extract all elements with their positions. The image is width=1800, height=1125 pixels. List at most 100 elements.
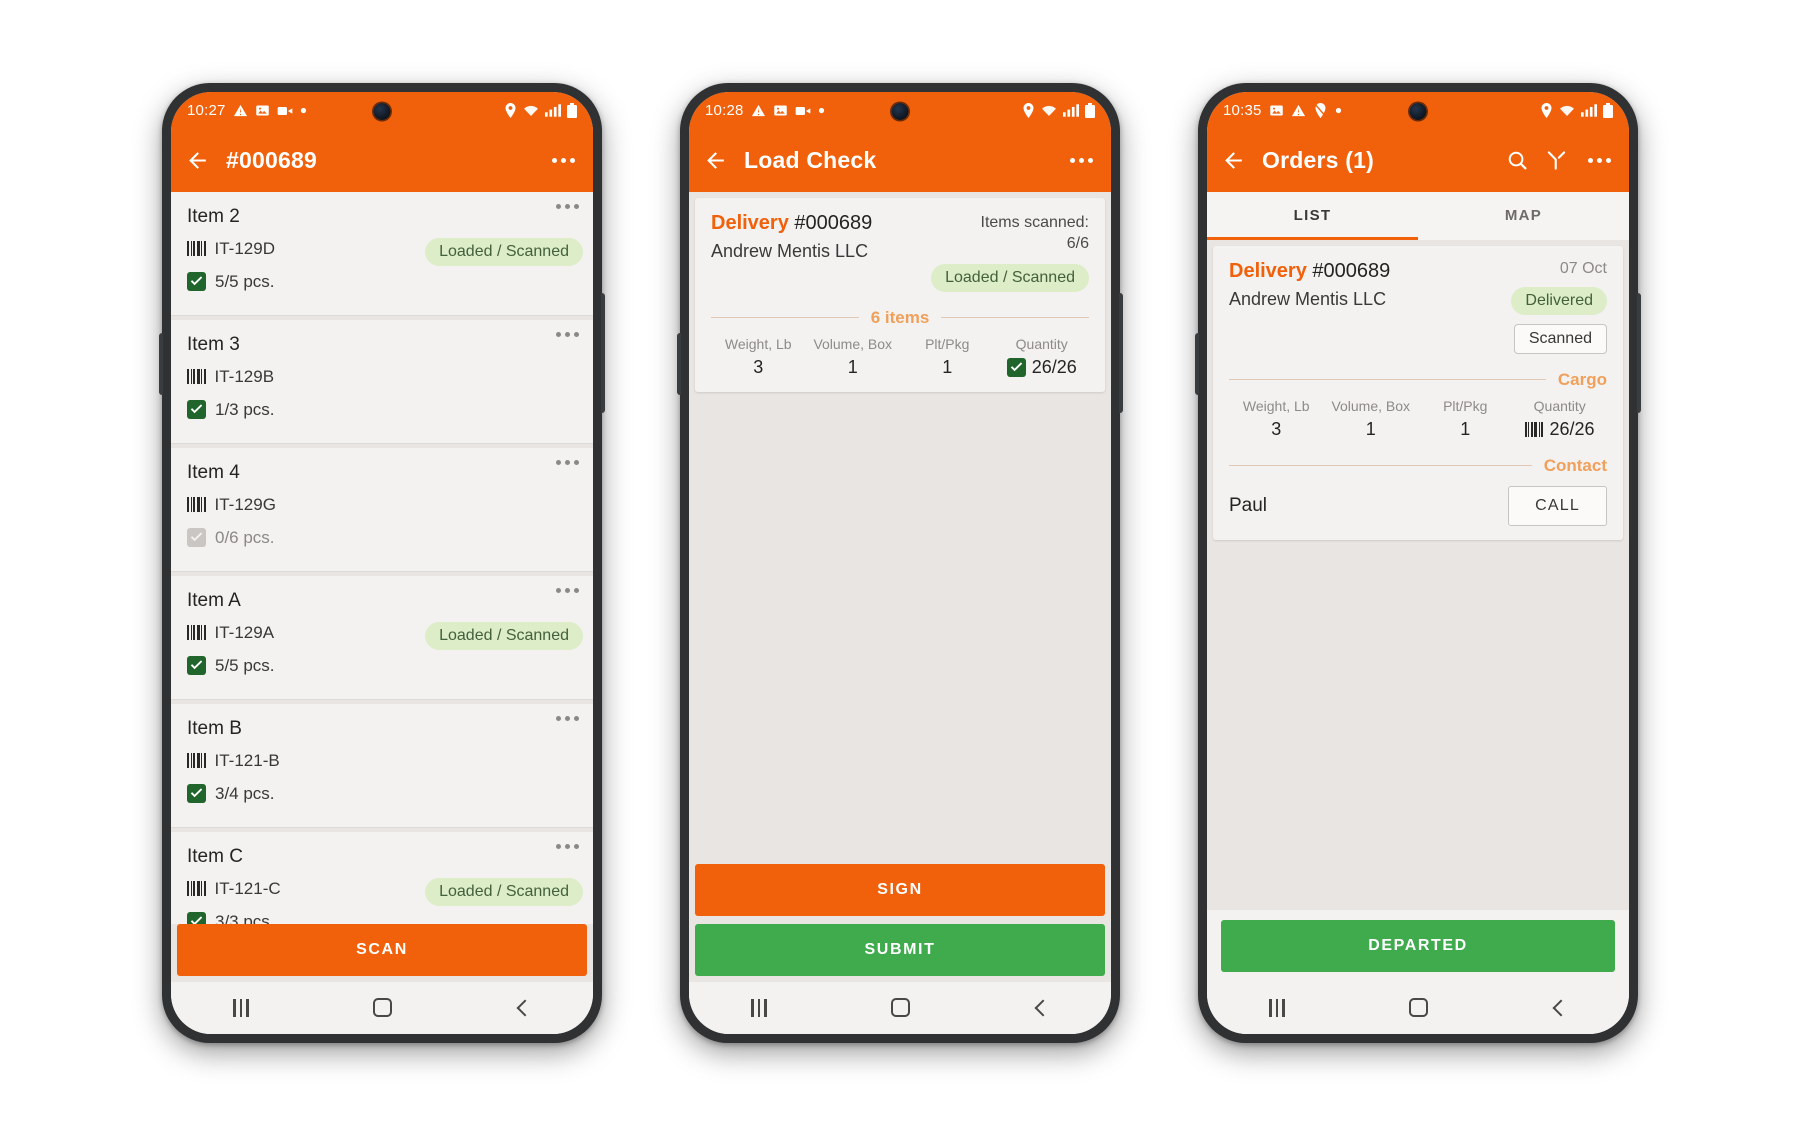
item-overflow-icon[interactable] (556, 331, 579, 337)
metric-value: 1 (847, 356, 858, 377)
wifi-icon (1041, 104, 1057, 117)
item-overflow-icon[interactable] (556, 587, 579, 593)
list-item[interactable]: Item B IT-121-B 3/4 pcs. (171, 703, 593, 828)
status-badge: Loaded / Scanned (425, 877, 583, 906)
item-code: IT-129G (214, 494, 276, 514)
metric-value: 3 (753, 356, 764, 377)
image-icon (255, 103, 270, 118)
item-code: IT-129D (214, 238, 275, 258)
item-overflow-icon[interactable] (556, 843, 579, 849)
back-arrow-icon[interactable] (185, 148, 210, 173)
camera-punch-hole (1409, 102, 1427, 120)
checkbox-checked-icon[interactable] (187, 912, 206, 924)
metric-weight: Weight, Lb 3 (711, 336, 806, 378)
video-camera-icon (795, 104, 811, 118)
call-button[interactable]: CALL (1508, 485, 1607, 526)
checkbox-checked-icon[interactable] (187, 272, 206, 291)
video-camera-icon (277, 104, 293, 118)
list-item[interactable]: Item A IT-129A 5/5 pcs. Loaded / Scanned (171, 575, 593, 700)
items-divider: 6 items (711, 308, 1089, 328)
cargo-metrics: Weight, Lb 3 Volume, Box 1 Plt/Pkg 1 Qua… (711, 336, 1089, 378)
items-list-container[interactable]: Item 2 IT-129D 5/5 pcs. Loaded / Scanned… (171, 191, 593, 924)
metric-header: Volume, Box (813, 335, 893, 352)
delivery-card[interactable]: Delivery #000689 Andrew Mentis LLC 07 Oc… (1213, 245, 1623, 540)
checkbox-checked-icon[interactable] (187, 400, 206, 419)
recents-icon[interactable] (233, 998, 249, 1017)
list-item[interactable]: Item 2 IT-129D 5/5 pcs. Loaded / Scanned (171, 191, 593, 316)
metric-volume: Volume, Box 1 (1324, 398, 1419, 440)
item-title: Item C (187, 845, 243, 867)
delivery-number: #000689 (1312, 259, 1391, 282)
location-pin-icon (504, 103, 517, 118)
overflow-menu-icon[interactable] (1584, 154, 1615, 167)
sign-button[interactable]: SIGN (695, 863, 1105, 916)
status-badge: Delivered (1511, 286, 1607, 315)
back-arrow-icon[interactable] (703, 148, 728, 173)
scan-button[interactable]: SCAN (177, 923, 587, 976)
delivery-card[interactable]: Delivery #000689 Andrew Mentis LLC Items… (695, 197, 1105, 392)
item-overflow-icon[interactable] (556, 715, 579, 721)
delivery-label: Delivery (1229, 259, 1307, 282)
tab-list[interactable]: LIST (1207, 192, 1418, 240)
metric-value: 26/26 (1549, 418, 1595, 439)
back-icon[interactable] (516, 999, 534, 1016)
customer-name: Andrew Mentis LLC (711, 240, 869, 261)
back-icon[interactable] (1552, 999, 1570, 1016)
recents-icon[interactable] (1269, 998, 1285, 1017)
checkbox-unchecked-icon[interactable] (187, 528, 206, 547)
items-scanned-value: 6/6 (1066, 235, 1089, 253)
status-bar: 10:35 (1207, 91, 1629, 130)
home-icon[interactable] (890, 998, 910, 1017)
metric-value: 1 (1365, 418, 1376, 439)
item-title: Item 4 (187, 461, 240, 483)
contact-name: Paul (1229, 494, 1268, 516)
status-time: 10:28 (705, 102, 744, 119)
android-nav-bar (1207, 981, 1629, 1034)
item-pieces: 3/3 pcs. (215, 911, 275, 924)
metric-value: 26/26 (1031, 356, 1077, 377)
checkbox-checked-icon[interactable] (187, 656, 206, 675)
app-bar: Orders (1) (1207, 129, 1629, 192)
signal-icon (545, 104, 561, 117)
metric-header: Quantity (1533, 397, 1586, 414)
signal-icon (1581, 104, 1597, 117)
delivery-number: #000689 (794, 211, 873, 234)
item-overflow-icon[interactable] (556, 203, 579, 209)
back-icon[interactable] (1034, 999, 1052, 1016)
metric-value: 1 (1460, 418, 1471, 439)
departed-button[interactable]: DEPARTED (1221, 919, 1615, 972)
overflow-menu-icon[interactable] (548, 154, 579, 167)
customer-name: Andrew Mentis LLC (1229, 288, 1387, 309)
orders-body: Delivery #000689 Andrew Mentis LLC 07 Oc… (1207, 239, 1629, 910)
metric-header: Weight, Lb (724, 335, 792, 352)
delivery-date: 07 Oct (1559, 259, 1607, 277)
route-branch-icon[interactable] (1545, 149, 1568, 172)
item-overflow-icon[interactable] (556, 459, 579, 465)
tab-map[interactable]: MAP (1418, 192, 1629, 240)
barcode-icon (187, 625, 206, 640)
status-badge: Loaded / Scanned (425, 237, 583, 266)
list-item[interactable]: Item 4 IT-129G 0/6 pcs. (171, 447, 593, 572)
metric-pallet: Plt/Pkg 1 (900, 336, 995, 378)
contact-row: Paul CALL (1229, 485, 1607, 526)
image-icon (1269, 103, 1284, 118)
back-arrow-icon[interactable] (1221, 148, 1246, 173)
home-icon[interactable] (1408, 998, 1428, 1017)
metric-header: Volume, Box (1331, 397, 1411, 414)
home-icon[interactable] (372, 998, 392, 1017)
search-icon[interactable] (1506, 149, 1529, 172)
barcode-icon (187, 497, 206, 512)
overflow-menu-icon[interactable] (1066, 154, 1097, 167)
location-pin-icon (1022, 103, 1035, 118)
checkbox-checked-icon[interactable] (187, 784, 206, 803)
barcode-icon (187, 881, 206, 896)
recents-icon[interactable] (751, 998, 767, 1017)
contact-divider: Contact (1229, 456, 1607, 476)
warning-icon (751, 103, 766, 118)
item-code: IT-129A (214, 622, 275, 642)
list-item[interactable]: Item C IT-121-C 3/3 pcs. Loaded / Scanne… (171, 831, 593, 924)
battery-icon (567, 103, 577, 118)
submit-button[interactable]: SUBMIT (695, 923, 1105, 976)
list-item[interactable]: Item 3 IT-129B 1/3 pcs. (171, 319, 593, 444)
battery-icon (1085, 103, 1095, 118)
